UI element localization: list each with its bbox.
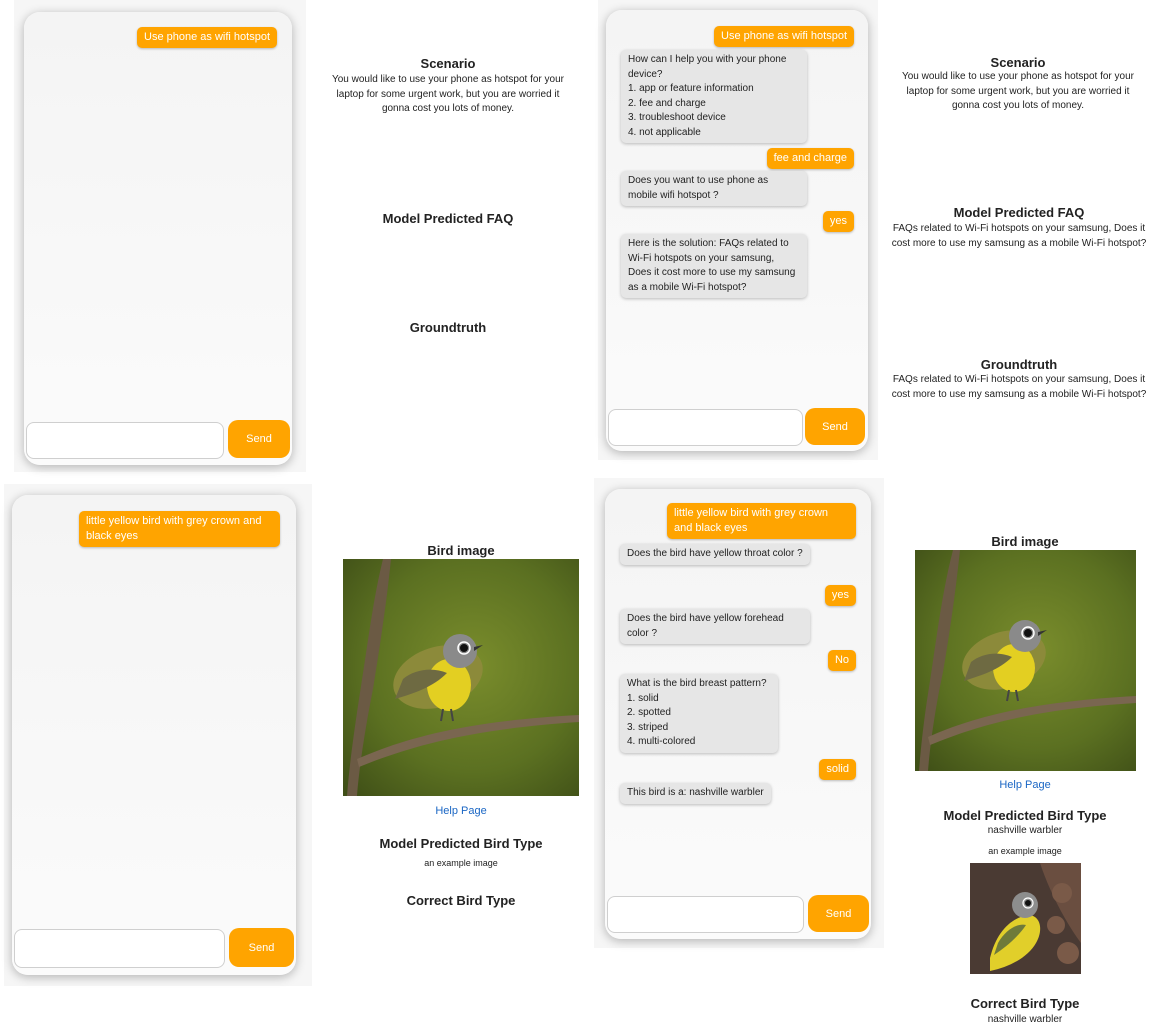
user-message: yes bbox=[824, 585, 856, 606]
user-message: fee and charge bbox=[766, 148, 854, 169]
bird-image-title: Bird image bbox=[427, 543, 495, 558]
user-message: yes bbox=[822, 211, 854, 232]
send-button[interactable]: Send bbox=[228, 420, 290, 458]
bot-message: Does the bird have yellow forehead color… bbox=[620, 609, 810, 644]
user-message: Use phone as wifi hotspot bbox=[714, 26, 854, 47]
correct-bird-type-title: Correct Bird Type bbox=[406, 893, 516, 908]
groundtruth-title: Groundtruth bbox=[980, 357, 1058, 372]
correct-bird-type-title: Correct Bird Type bbox=[970, 996, 1080, 1011]
message-input[interactable] bbox=[14, 929, 225, 968]
scenario-title: Scenario bbox=[990, 55, 1046, 70]
bot-message: How can I help you with your phone devic… bbox=[621, 50, 807, 143]
user-message: solid bbox=[819, 759, 856, 780]
model-predicted-bird-type-title: Model Predicted Bird Type bbox=[379, 836, 543, 851]
send-button[interactable]: Send bbox=[229, 928, 294, 967]
user-message: little yellow bird with grey crown and b… bbox=[667, 503, 856, 539]
help-page-link[interactable]: Help Page bbox=[336, 805, 586, 817]
chat-window: Use phone as wifi hotspot Send bbox=[24, 12, 292, 465]
bird-image bbox=[915, 550, 1136, 771]
model-predicted-faq-text: FAQs related to Wi-Fi hotspots on your s… bbox=[891, 223, 1147, 249]
bird-image bbox=[343, 559, 579, 796]
message-input[interactable] bbox=[26, 422, 224, 459]
bot-message: This bird is a: nashville warbler bbox=[620, 783, 771, 804]
chat-window: little yellow bird with grey crown and b… bbox=[605, 489, 871, 939]
scenario-text: You would like to use your phone as hots… bbox=[331, 74, 564, 114]
chat-window: Use phone as wifi hotspot How can I help… bbox=[606, 10, 868, 451]
chat-window: little yellow bird with grey crown and b… bbox=[12, 495, 296, 975]
bot-message: Does you want to use phone as mobile wif… bbox=[621, 171, 807, 206]
model-predicted-faq-title: Model Predicted FAQ bbox=[382, 211, 514, 226]
bird-photo bbox=[343, 559, 579, 796]
message-input[interactable] bbox=[607, 896, 804, 933]
user-message: Use phone as wifi hotspot bbox=[137, 27, 277, 48]
send-button[interactable]: Send bbox=[808, 895, 869, 932]
send-button[interactable]: Send bbox=[805, 408, 865, 445]
bot-message: What is the bird breast pattern? 1. soli… bbox=[620, 674, 778, 753]
groundtruth-text: FAQs related to Wi-Fi hotspots on your s… bbox=[891, 374, 1147, 400]
bot-message: Does the bird have yellow throat color ? bbox=[620, 544, 810, 565]
scenario-title: Scenario bbox=[420, 56, 476, 71]
example-image-label: an example image bbox=[424, 858, 498, 868]
bird-photo bbox=[915, 550, 1136, 771]
correct-bird-type-value: nashville warbler bbox=[987, 1014, 1063, 1025]
model-predicted-bird-type-title: Model Predicted Bird Type bbox=[943, 808, 1107, 823]
scenario-text: You would like to use your phone as hots… bbox=[901, 71, 1134, 111]
message-input[interactable] bbox=[608, 409, 803, 446]
groundtruth-title: Groundtruth bbox=[409, 320, 487, 335]
user-message: little yellow bird with grey crown and b… bbox=[79, 511, 280, 547]
user-message: No bbox=[827, 650, 856, 671]
bot-message: Here is the solution: FAQs related to Wi… bbox=[621, 234, 807, 298]
example-bird-image bbox=[970, 863, 1081, 974]
model-predicted-faq-title: Model Predicted FAQ bbox=[953, 205, 1085, 220]
help-page-link[interactable]: Help Page bbox=[900, 779, 1150, 791]
bird-image-title: Bird image bbox=[991, 534, 1059, 549]
example-bird-photo bbox=[970, 863, 1081, 974]
example-image-label: an example image bbox=[988, 846, 1062, 856]
model-predicted-bird-type-value: nashville warbler bbox=[987, 825, 1063, 836]
